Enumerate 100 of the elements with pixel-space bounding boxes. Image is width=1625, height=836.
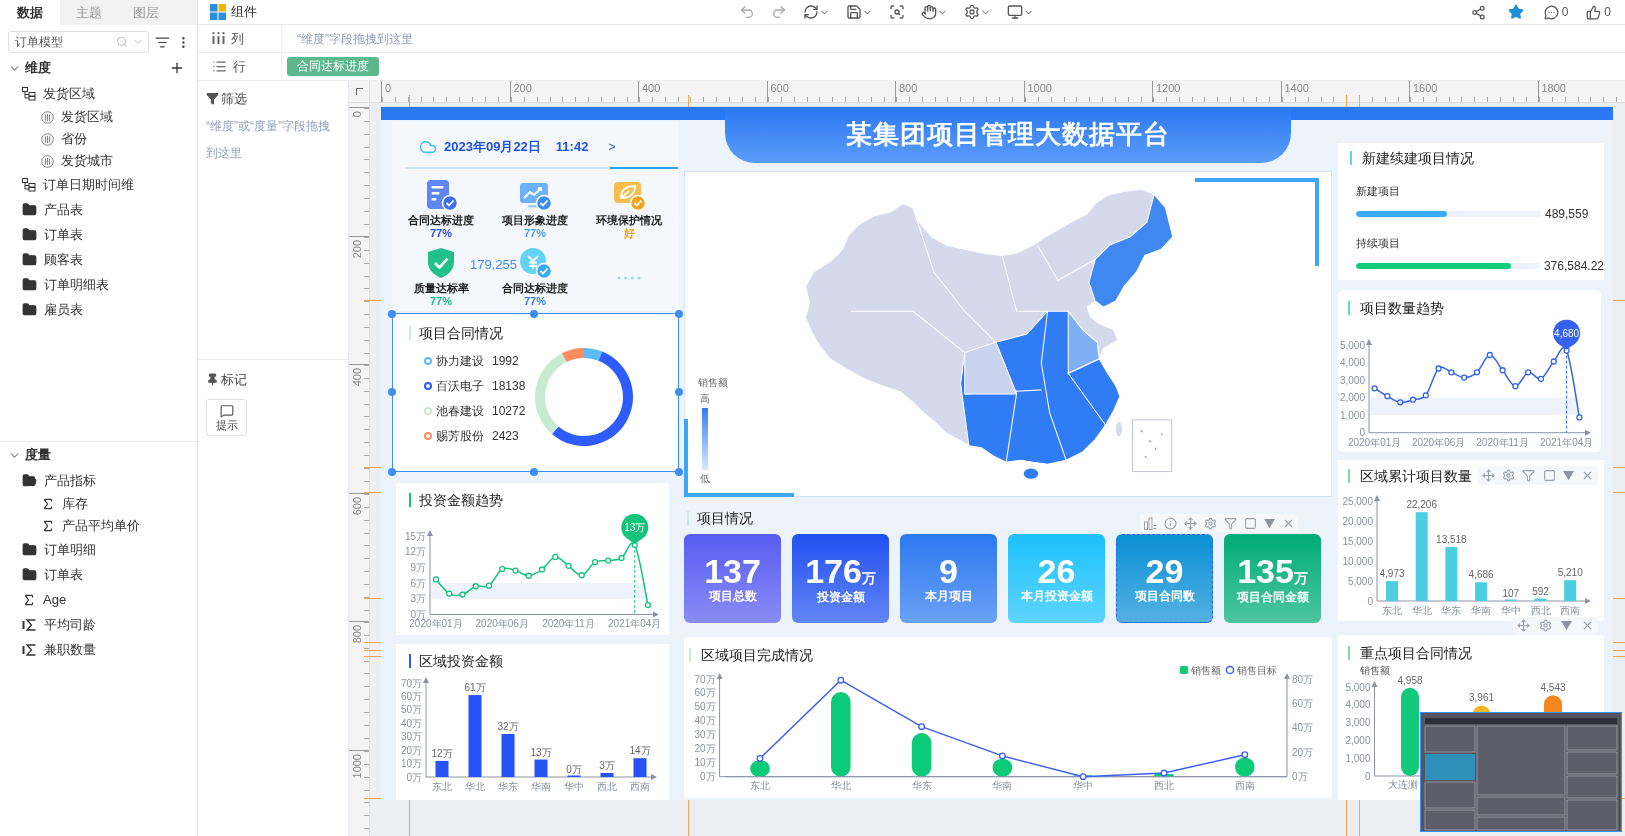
- kpi-value: 26: [1037, 554, 1076, 588]
- legend-label: 高: [700, 393, 710, 405]
- axis-label: 30万: [400, 731, 422, 743]
- ruler-label: 1800: [1540, 81, 1566, 95]
- ruler-label: 800: [898, 81, 918, 95]
- axis-label: 大连测: [1388, 779, 1418, 790]
- axis-label: 5,000: [1345, 681, 1371, 693]
- ruler-label: 400: [641, 81, 661, 95]
- card-title: 投资金额趋势: [419, 492, 503, 508]
- axis-label: 70万: [400, 677, 422, 689]
- value-label: 4,686: [1468, 569, 1494, 581]
- ruler-label: 600: [769, 81, 789, 95]
- axis-label: 40万: [694, 715, 716, 727]
- indicator-label: 项目形象进度: [502, 213, 568, 227]
- drop-hint: “维度”或“度量”字段拖拽到这里: [206, 117, 331, 162]
- value-label: 3万: [599, 759, 615, 771]
- indicator-value: 好: [623, 227, 635, 240]
- kpi-label: 项目合同金额: [1236, 590, 1309, 604]
- axis-label: 华北: [830, 779, 851, 791]
- indicator-value: 77%: [430, 295, 452, 308]
- axis-label: 15万: [404, 530, 426, 542]
- axis-label: 西南: [630, 781, 650, 792]
- card-title: 区域累计项目数量: [1360, 468, 1472, 484]
- indicator-label: 质量达标率: [413, 281, 469, 295]
- axis-title: 销售额: [1359, 665, 1390, 676]
- value-label: 3,961: [1469, 692, 1494, 704]
- axis-label: 0: [1367, 595, 1373, 607]
- axis-label: 2020年06月: [475, 618, 529, 629]
- ruler-label: 800: [351, 625, 363, 644]
- legend-title: 销售额: [698, 377, 728, 389]
- value-label: 4,543: [1540, 682, 1566, 694]
- indicator-label: 环境保护情况: [596, 213, 662, 227]
- value-label: 107: [1502, 587, 1520, 599]
- pin-label: 13万: [624, 521, 646, 533]
- value-label: 61万: [464, 682, 486, 694]
- axis-label: 2,000: [1345, 734, 1371, 746]
- toolbar-title: 组件: [231, 3, 257, 22]
- axis-label: 0万: [406, 771, 422, 783]
- legend-label: 销售额: [1191, 665, 1221, 676]
- axis-label: 2020年11月: [1476, 437, 1529, 448]
- axis-label: 0万: [410, 609, 426, 620]
- axis-label: 2021年04月: [1539, 437, 1594, 448]
- axis-label: 西南: [1560, 605, 1581, 616]
- value-label: 592: [1532, 585, 1549, 597]
- kpi-value: 135: [1237, 554, 1294, 588]
- axis-label: 10,000: [1342, 555, 1373, 567]
- shelf-label: 列: [231, 29, 244, 48]
- card-title: 项目情况: [697, 510, 753, 526]
- kpi-value: 29: [1145, 554, 1184, 588]
- ruler-label: 600: [351, 496, 363, 515]
- axis-label: 40万: [1292, 722, 1314, 734]
- kpi-unit: 万: [1293, 570, 1308, 588]
- axis-label: 15,000: [1342, 535, 1373, 547]
- axis-label: 华中: [1073, 779, 1094, 791]
- date-text: 2023年09月22日: [444, 138, 541, 157]
- axis-label: 2,000: [1339, 392, 1365, 404]
- axis-label: 6万: [410, 577, 426, 589]
- ruler-label: 1400: [1283, 81, 1309, 95]
- card-title: 区域项目完成情况: [701, 647, 813, 663]
- axis-label: 华东: [911, 779, 932, 791]
- axis-label: 西南: [1234, 779, 1255, 791]
- axis-label: 9万: [410, 561, 426, 573]
- axis-label: 60万: [694, 687, 716, 699]
- progress-label: 新建项目: [1356, 184, 1401, 198]
- ruler-label: 1200: [1155, 81, 1181, 95]
- axis-label: 30万: [694, 729, 716, 741]
- axis-label: 华南: [531, 781, 551, 792]
- ruler-label: 400: [351, 368, 363, 387]
- axis-label: 0: [1359, 427, 1365, 439]
- ruler-label: 1000: [351, 753, 363, 778]
- indicator-value: 77%: [430, 227, 452, 240]
- axis-label: 20万: [694, 743, 716, 755]
- axis-label: 华南: [1471, 605, 1492, 616]
- card-title: 项目合同情况: [419, 325, 503, 341]
- card-title: 重点项目合同情况: [1360, 645, 1472, 661]
- axis-label: 2021年04月: [608, 618, 662, 629]
- value-label: 32万: [497, 721, 519, 733]
- progress-value: 376,584.22: [1543, 258, 1604, 275]
- ruler-label: 0: [351, 111, 363, 118]
- axis-label: 西北: [1530, 605, 1551, 616]
- axis-label: 0万: [1292, 771, 1308, 783]
- axis-label: 华东: [1441, 605, 1462, 616]
- axis-label: 华北: [465, 781, 485, 792]
- axis-label: 3,000: [1339, 374, 1365, 386]
- value-label: 0万: [566, 764, 582, 775]
- axis-label: 40万: [400, 717, 422, 729]
- axis-label: 5,000: [1339, 339, 1365, 351]
- axis-label: 西北: [597, 781, 617, 792]
- value-label: 5,210: [1557, 567, 1583, 579]
- kpi-value: 137: [704, 554, 761, 588]
- axis-label: 华北: [1411, 605, 1432, 616]
- axis-label: 2020年01月: [409, 618, 463, 629]
- axis-label: 12万: [404, 546, 426, 558]
- legend-label: 销售目标: [1237, 665, 1277, 676]
- card-title: 新建续建项目情况: [1362, 150, 1474, 166]
- value-label: 4,958: [1397, 674, 1423, 686]
- value-label: 12万: [431, 747, 453, 759]
- card-title: 区域投资金额: [419, 653, 503, 669]
- kpi-value: 9: [939, 554, 958, 588]
- axis-label: 1,000: [1345, 752, 1371, 764]
